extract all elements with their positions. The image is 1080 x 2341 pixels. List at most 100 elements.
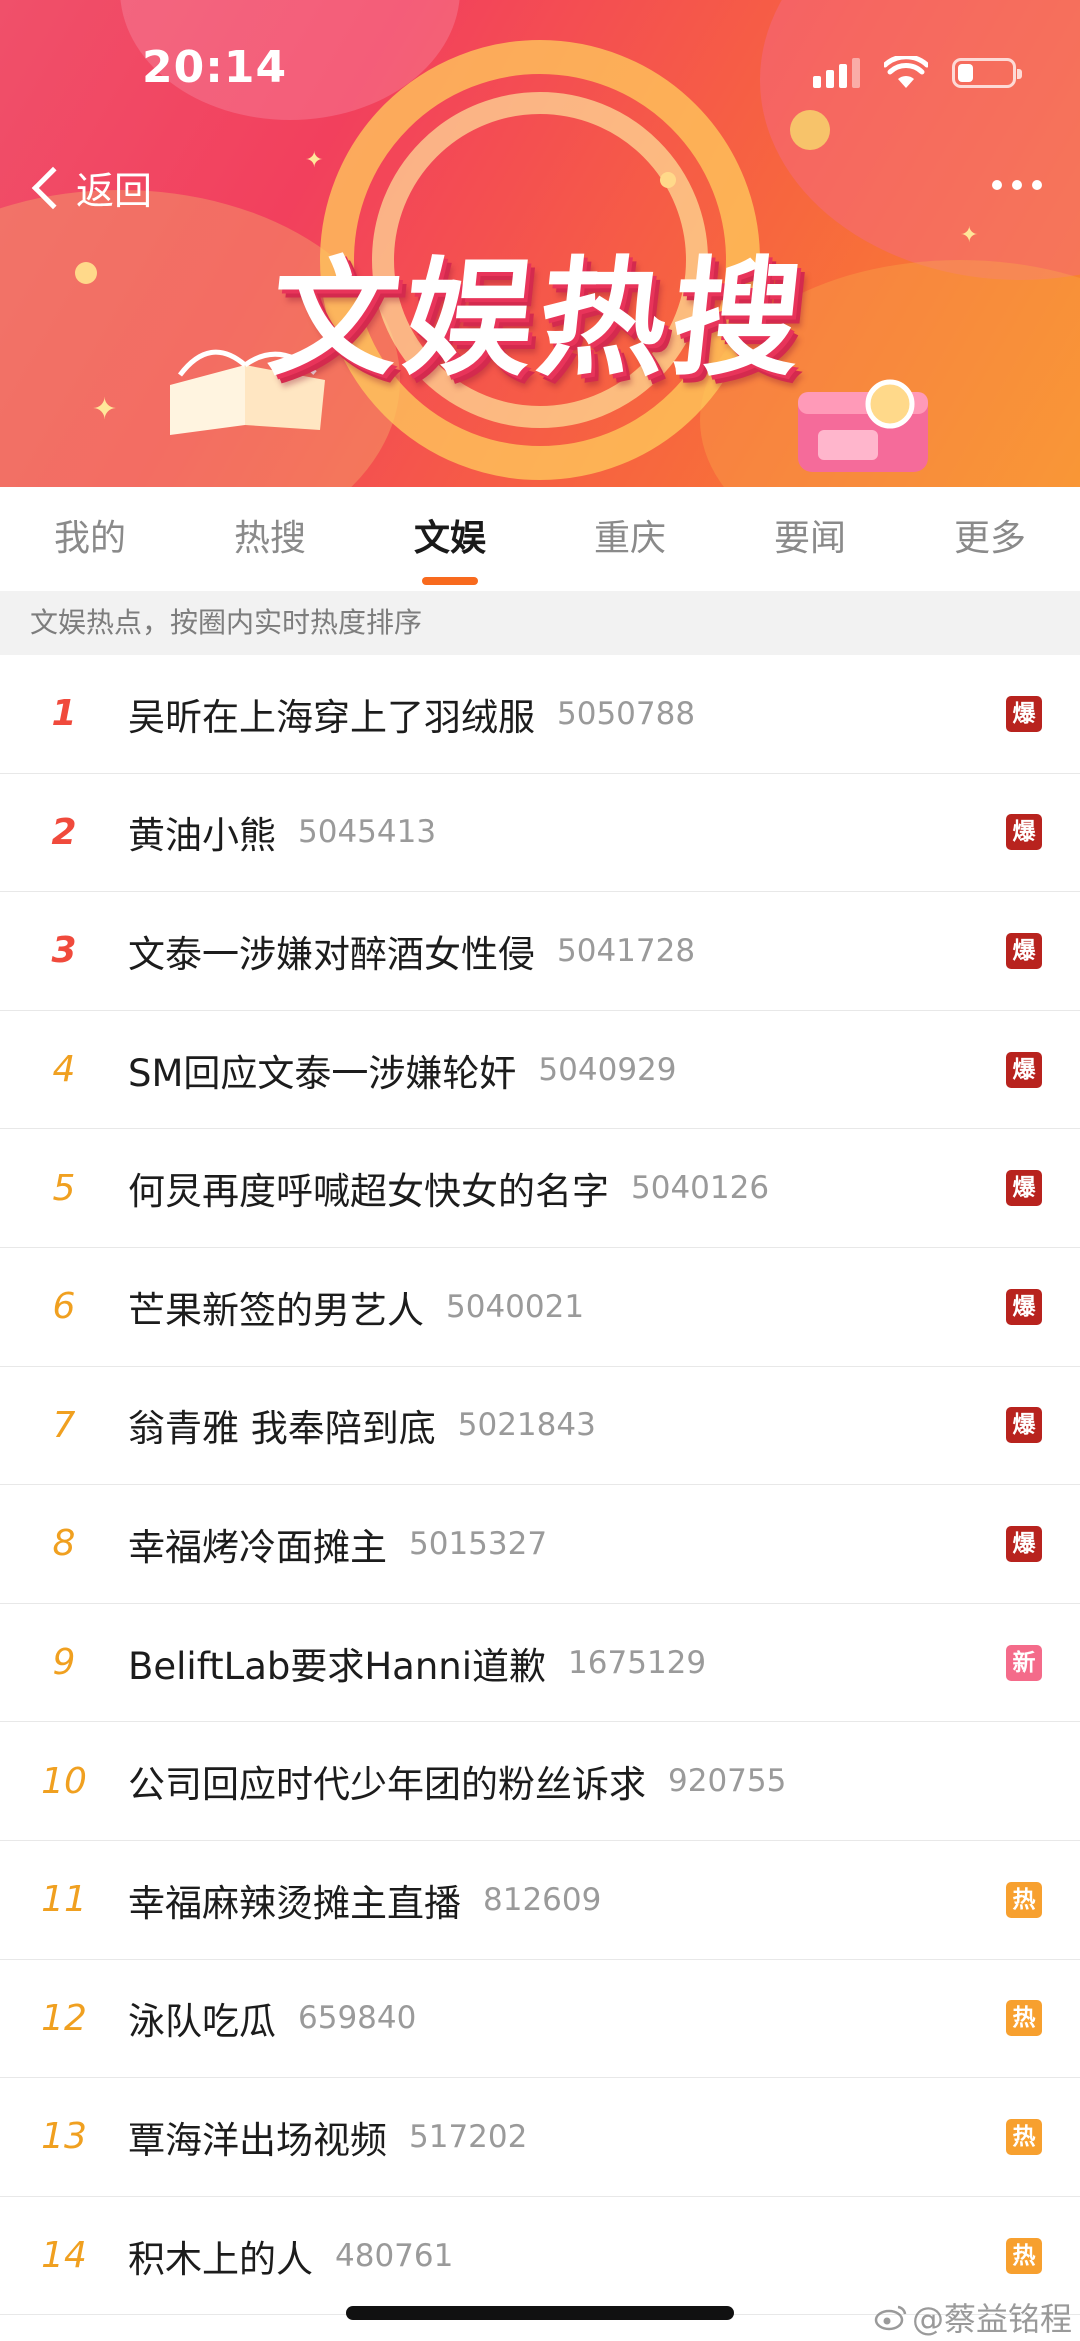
hot-search-row[interactable]: 4 SM回应文泰一涉嫌轮奸 5040929 爆: [0, 1011, 1080, 1130]
hot-search-row[interactable]: 2 黄油小熊 5045413 爆: [0, 774, 1080, 893]
tab-label: 要闻: [773, 518, 846, 559]
status-badge: 爆: [1006, 1407, 1042, 1444]
tab-label: 文娱: [413, 518, 486, 559]
back-button[interactable]: 返回: [26, 160, 152, 215]
rank-number: 4: [52, 1049, 76, 1091]
active-tab-indicator: [422, 577, 478, 585]
hot-search-row[interactable]: 13 覃海洋出场视频 517202 热: [0, 2078, 1080, 2197]
rank-number: 1: [51, 693, 77, 735]
heat-count: 1675129: [568, 1644, 707, 1681]
heat-count: 920755: [668, 1763, 787, 1800]
topic-title: SM回应文泰一涉嫌轮奸: [128, 1051, 517, 1095]
sparkle-icon: ✦: [305, 148, 324, 173]
heat-count: 5021843: [457, 1407, 596, 1444]
heat-count: 5050788: [557, 695, 696, 732]
topic-title: 公司回应时代少年团的粉丝诉求: [128, 1763, 646, 1807]
hot-search-row[interactable]: 10 公司回应时代少年团的粉丝诉求 920755: [0, 1722, 1080, 1841]
topic-title: 黄油小熊: [128, 814, 276, 858]
status-time: 20:14: [142, 42, 288, 93]
category-tabs: 我的 热搜 文娱 重庆 要闻 更多: [0, 487, 1080, 591]
status-badge: 爆: [1006, 695, 1042, 732]
rank-number: 14: [41, 2235, 87, 2277]
weibo-icon: [874, 2305, 907, 2331]
heat-count: 5040929: [538, 1051, 677, 1088]
topic-title: 泳队吃瓜: [128, 2000, 276, 2044]
rank-number: 11: [41, 1879, 87, 1921]
home-indicator[interactable]: [346, 2306, 734, 2320]
rank-number: 6: [52, 1286, 76, 1328]
rank-number: 3: [51, 930, 77, 972]
hot-search-row[interactable]: 9 BeliftLab要求Hanni道歉 1675129 新: [0, 1604, 1080, 1723]
tab-label: 更多: [953, 518, 1026, 559]
dot-decoration: [660, 172, 676, 188]
status-badge: 热: [1006, 1881, 1042, 1918]
status-badge: 热: [1006, 2000, 1042, 2037]
banner: ✦ ✦ ✦ 20:14 返回 文娱热搜: [0, 0, 1080, 487]
heat-count: 812609: [483, 1881, 602, 1918]
dot-icon: [1032, 180, 1042, 190]
heat-count: 659840: [298, 2000, 417, 2037]
rank-number: 12: [41, 1997, 87, 2039]
hot-search-row[interactable]: 3 文泰一涉嫌对醉酒女性侵 5041728 爆: [0, 892, 1080, 1011]
watermark: @蔡益铭程: [874, 2294, 1072, 2340]
topic-title: 翁青雅 我奉陪到底: [128, 1407, 436, 1451]
tab-label: 重庆: [593, 518, 666, 559]
battery-icon: [952, 58, 1022, 88]
back-label: 返回: [76, 169, 153, 213]
rank-number: 7: [52, 1404, 76, 1446]
wifi-icon: [884, 56, 928, 88]
watermark-text: @蔡益铭程: [911, 2300, 1072, 2338]
heat-count: 5015327: [409, 1525, 548, 1562]
rank-number: 2: [51, 811, 77, 853]
tab-0[interactable]: 我的: [0, 487, 180, 591]
tab-4[interactable]: 要闻: [720, 487, 900, 591]
topic-title: 文泰一涉嫌对醉酒女性侵: [128, 932, 535, 976]
status-badge: 爆: [1006, 1288, 1042, 1325]
hot-search-row[interactable]: 8 幸福烤冷面摊主 5015327 爆: [0, 1485, 1080, 1604]
signal-icon: [813, 58, 860, 88]
tab-label: 热搜: [233, 518, 306, 559]
tab-label: 我的: [53, 518, 126, 559]
topic-title: 幸福麻辣烫摊主直播: [128, 1881, 461, 1925]
status-badge: 热: [1006, 2237, 1042, 2274]
hot-search-row[interactable]: 11 幸福麻辣烫摊主直播 812609 热: [0, 1841, 1080, 1960]
rank-number: 10: [41, 1760, 87, 1802]
list-description: 文娱热点，按圈内实时热度排序: [0, 591, 1080, 655]
more-options-button[interactable]: [992, 170, 1042, 200]
topic-title: 何炅再度呼喊超女快女的名字: [128, 1170, 609, 1214]
rank-number: 13: [41, 2116, 87, 2158]
rank-number: 9: [52, 1642, 76, 1684]
screen: ✦ ✦ ✦ 20:14 返回 文娱热搜 我的 热搜 文娱 重庆 要闻 更多 文娱…: [0, 0, 1080, 2341]
chevron-left-icon: [31, 166, 75, 209]
tab-5[interactable]: 更多: [900, 487, 1080, 591]
tab-3[interactable]: 重庆: [540, 487, 720, 591]
status-badge: 爆: [1006, 1170, 1042, 1207]
status-badge: 爆: [1006, 1525, 1042, 1562]
tab-2[interactable]: 文娱: [360, 487, 540, 591]
dot-icon: [992, 180, 1002, 190]
heat-count: 5040021: [446, 1288, 585, 1325]
rank-number: 5: [52, 1167, 76, 1209]
topic-title: 覃海洋出场视频: [128, 2118, 387, 2162]
status-badge: 热: [1006, 2118, 1042, 2155]
hot-search-row[interactable]: 12 泳队吃瓜 659840 热: [0, 1960, 1080, 2079]
hot-search-row[interactable]: 1 吴昕在上海穿上了羽绒服 5050788 爆: [0, 655, 1080, 774]
topic-title: 积木上的人: [128, 2237, 313, 2281]
status-badge: 爆: [1006, 814, 1042, 851]
hot-search-row[interactable]: 6 芒果新签的男艺人 5040021 爆: [0, 1248, 1080, 1367]
hot-search-row[interactable]: 7 翁青雅 我奉陪到底 5021843 爆: [0, 1367, 1080, 1486]
heat-count: 480761: [335, 2237, 454, 2274]
status-badge: 新: [1006, 1644, 1042, 1681]
topic-title: 芒果新签的男艺人: [128, 1288, 424, 1332]
banner-title: 文娱热搜: [262, 245, 815, 394]
topic-title: 吴昕在上海穿上了羽绒服: [128, 695, 535, 739]
tab-1[interactable]: 热搜: [180, 487, 360, 591]
dot-icon: [1012, 180, 1022, 190]
rank-number: 8: [52, 1523, 76, 1565]
status-icons: [813, 50, 1022, 96]
topic-title: BeliftLab要求Hanni道歉: [128, 1644, 547, 1688]
hot-search-list: 1 吴昕在上海穿上了羽绒服 5050788 爆 2 黄油小熊 5045413 爆 3 文泰一涉嫌对…: [0, 655, 1080, 2316]
hot-search-row[interactable]: 5 何炅再度呼喊超女快女的名字 5040126 爆: [0, 1129, 1080, 1248]
status-badge: 爆: [1006, 1051, 1042, 1088]
topic-title: 幸福烤冷面摊主: [128, 1525, 387, 1569]
